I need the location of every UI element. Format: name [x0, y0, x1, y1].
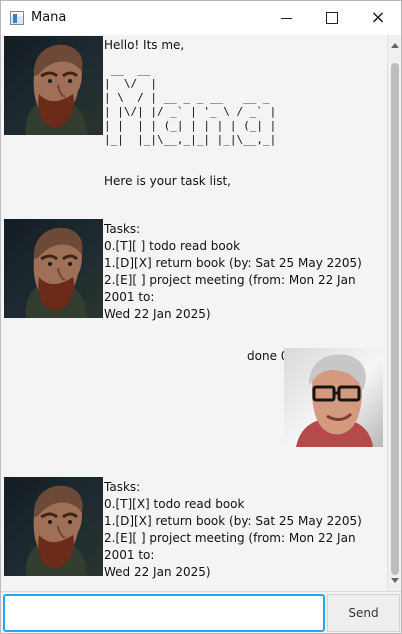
minimize-button[interactable] — [263, 1, 309, 35]
maximize-button[interactable] — [309, 1, 355, 35]
scroll-thumb[interactable] — [391, 63, 399, 575]
close-button[interactable]: × — [355, 1, 401, 35]
chat-history: Hello! Its me, __ __ | \/ | | \ / | __ _… — [1, 35, 387, 591]
bot-updated-task-list-message: Tasks: 0.[T][X] todo read book 1.[D][X] … — [104, 480, 362, 579]
send-button[interactable]: Send — [327, 594, 400, 632]
user-avatar-glasses-man-icon — [284, 348, 383, 447]
bot-avatar-bearded-man-icon — [4, 219, 103, 318]
scroll-up-icon[interactable] — [391, 43, 399, 48]
minimize-icon — [280, 17, 292, 19]
scroll-down-icon[interactable] — [391, 578, 399, 583]
title-bar: Mana × — [1, 1, 401, 36]
bot-avatar-bearded-man-icon — [4, 36, 103, 135]
bot-ascii-logo: __ __ | \/ | | \ / | __ _ _ __ __ _ | |\… — [104, 63, 277, 146]
window-title: Mana — [31, 10, 67, 25]
app-window: Mana × Hello! Its me, __ __ | \/ | | \ /… — [0, 0, 402, 634]
bot-greeting-text: Hello! Its me, — [104, 38, 185, 52]
bot-task-list-message: Tasks: 0.[T][ ] todo read book 1.[D][X] … — [104, 222, 362, 321]
bot-task-list-intro: Here is your task list, — [104, 174, 231, 188]
chat-scrollbar[interactable] — [387, 35, 401, 591]
bot-avatar-bearded-man-icon — [4, 477, 103, 576]
user-command-message: done 0 — [247, 349, 289, 363]
application-icon — [10, 11, 24, 25]
message-composer: Send — [1, 591, 401, 633]
message-input[interactable] — [3, 594, 325, 632]
close-icon: × — [370, 7, 386, 28]
maximize-icon — [326, 12, 338, 24]
